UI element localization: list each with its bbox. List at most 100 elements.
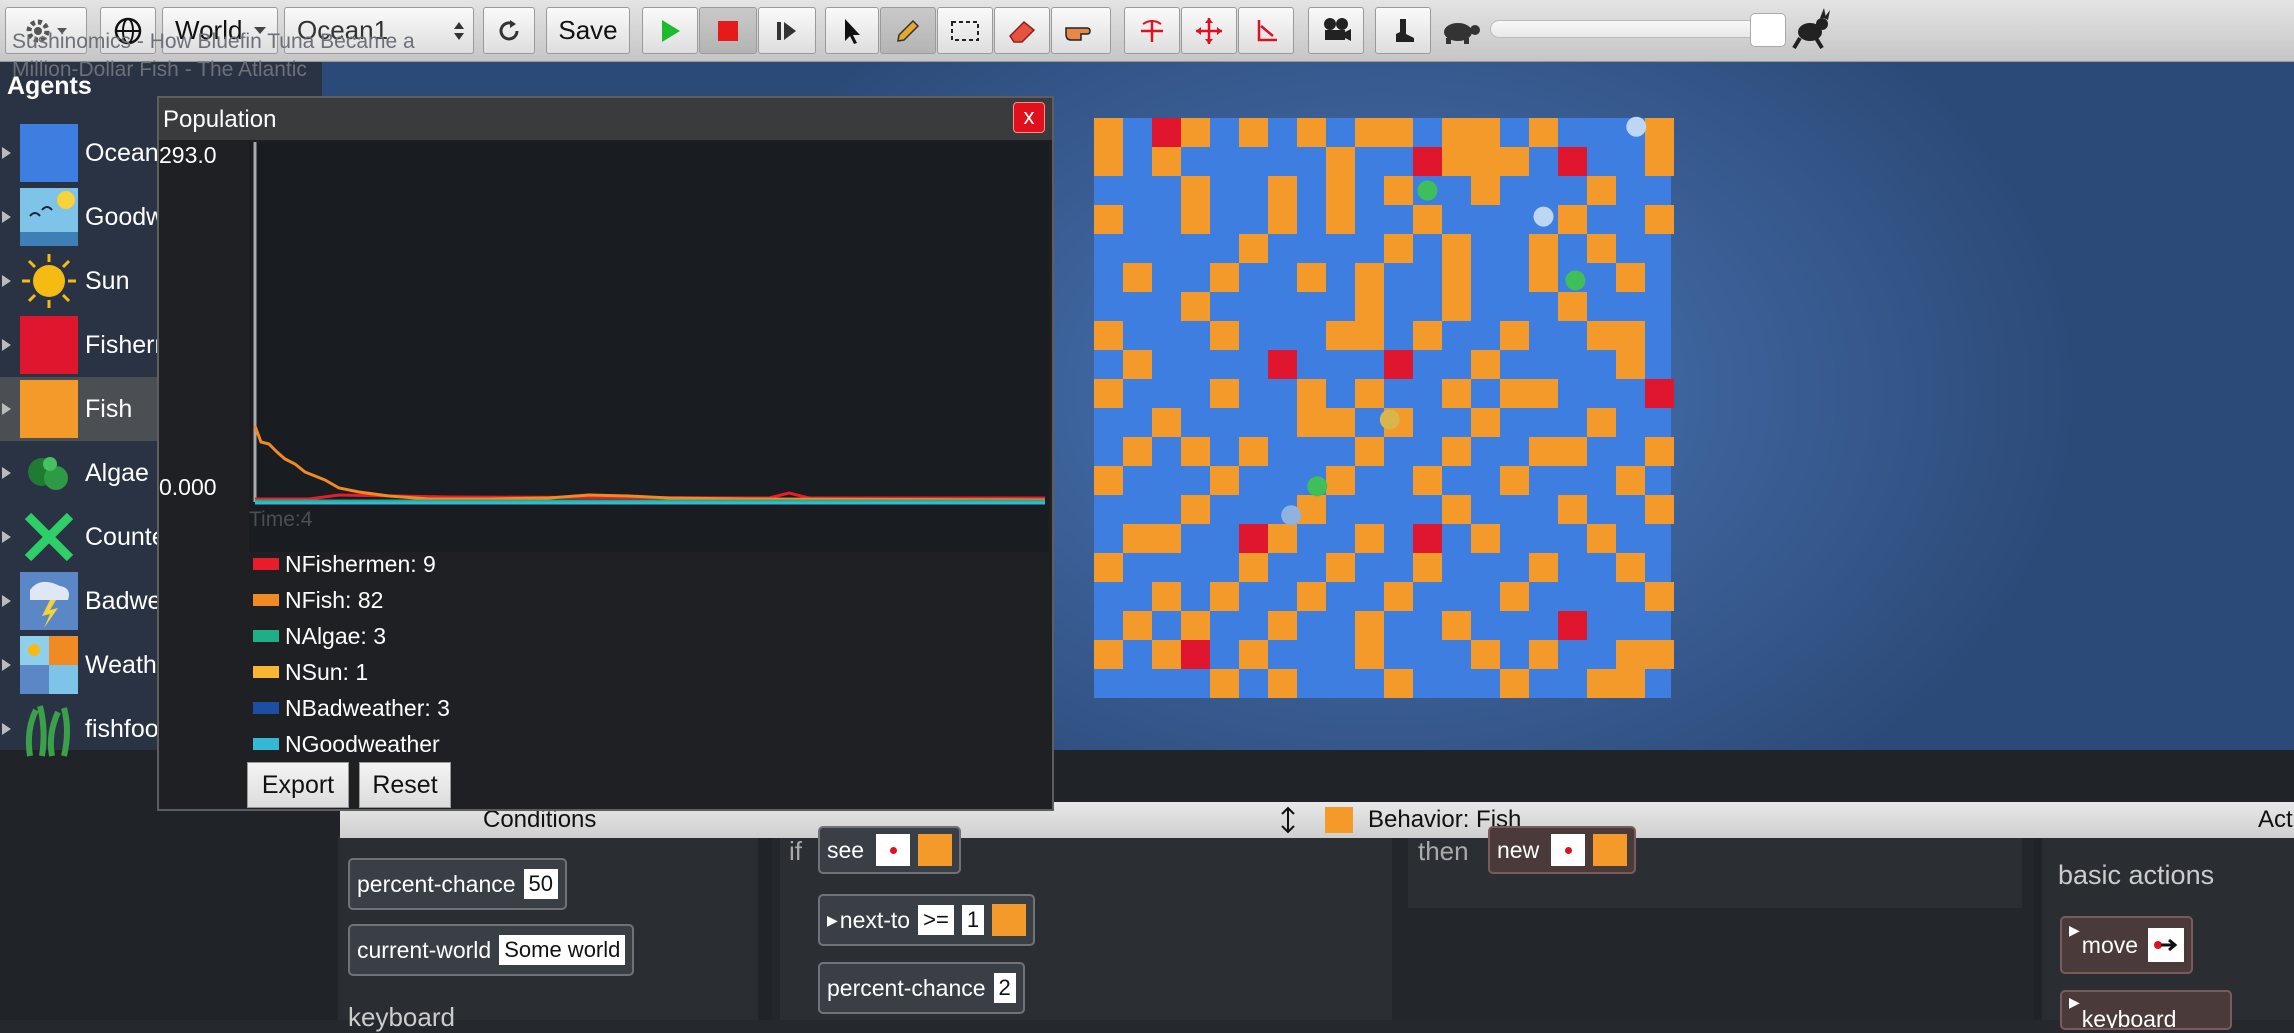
rotate-tool[interactable]: [1124, 7, 1180, 54]
fish-agent: [1210, 321, 1239, 350]
marquee-icon: [951, 20, 979, 41]
point-selector[interactable]: [876, 834, 911, 866]
keyboard-block-label[interactable]: keyboard: [348, 1002, 455, 1033]
expand-triangle-icon[interactable]: [2, 531, 11, 543]
expand-triangle-icon[interactable]: ▶: [2069, 922, 2080, 939]
fish-agent: [1442, 263, 1471, 292]
fish-swatch[interactable]: [918, 834, 953, 866]
agent-label: Fish: [85, 394, 133, 423]
expand-triangle-icon[interactable]: [2, 467, 11, 479]
pencil-tool[interactable]: [880, 7, 936, 54]
eraser-tool[interactable]: [994, 7, 1050, 54]
see-block[interactable]: see: [818, 826, 962, 874]
run-button[interactable]: [642, 7, 698, 54]
percent-value[interactable]: 50: [523, 869, 559, 899]
step-button[interactable]: [758, 7, 816, 54]
move-action-block[interactable]: ▶ move: [2060, 916, 2194, 974]
population-window[interactable]: Population x 293.0 0.000 Time:4 NFisherm…: [157, 96, 1054, 811]
world-value[interactable]: Some world: [499, 935, 626, 965]
stop-button[interactable]: [699, 7, 757, 54]
fishermen-agent: [1558, 611, 1587, 640]
fish-agent: [1529, 234, 1558, 263]
algae-icon: [28, 457, 68, 490]
new-action-block[interactable]: new: [1488, 826, 1637, 874]
fish-agent: [1500, 669, 1529, 698]
fish-agent: [1239, 640, 1268, 669]
agent-label: Sun: [85, 266, 130, 295]
fishermen-thumbnail: [20, 316, 78, 374]
fish-agent: [1094, 553, 1123, 582]
hand-tool[interactable]: [1051, 7, 1111, 54]
expand-triangle-icon[interactable]: ▶: [827, 912, 838, 929]
stamp-tool[interactable]: [1375, 7, 1431, 54]
direction-selector[interactable]: [2148, 928, 2185, 962]
percent-chance-condition-block[interactable]: percent-chance 2: [818, 962, 1025, 1014]
expand-triangle-icon[interactable]: [2, 275, 11, 287]
reset-button[interactable]: Reset: [359, 762, 451, 808]
population-title: Population: [163, 106, 277, 133]
legend-label: NGoodweather: [285, 730, 440, 757]
weather-agent: [1533, 206, 1554, 227]
percent-value[interactable]: 2: [993, 973, 1016, 1003]
legend-item: NFish: 82: [253, 582, 450, 618]
fish-agent: [1587, 176, 1616, 205]
move-tool[interactable]: [1181, 7, 1237, 54]
select-tool[interactable]: [825, 7, 879, 54]
count-value[interactable]: 1: [961, 905, 985, 935]
legend-swatch: [253, 738, 279, 750]
expand-triangle-icon[interactable]: [2, 147, 11, 159]
speed-slider-track[interactable]: [1490, 20, 1760, 38]
fish-agent: [1210, 379, 1239, 408]
fish-agent: [1616, 350, 1645, 379]
next-to-block[interactable]: ▶ next-to >= 1: [818, 894, 1036, 946]
fish-agent: [1413, 205, 1442, 234]
reload-button[interactable]: [483, 7, 535, 54]
current-world-block[interactable]: current-world Some world: [348, 924, 635, 976]
fish-agent: [1123, 524, 1152, 553]
point-selector[interactable]: [1551, 834, 1586, 866]
arrow-right-icon: [2154, 938, 2178, 952]
expand-triangle-icon[interactable]: [2, 339, 11, 351]
fish-swatch[interactable]: [1593, 834, 1628, 866]
legend-swatch: [253, 702, 279, 714]
if-label: if: [789, 836, 802, 866]
percent-chance-block[interactable]: percent-chance 50: [348, 858, 568, 910]
fish-color-swatch: [1325, 807, 1353, 833]
fish-agent: [1500, 379, 1529, 408]
resize-tool[interactable]: [1238, 7, 1294, 54]
fish-agent: [1471, 640, 1500, 669]
fish-agent: [1645, 205, 1674, 234]
block-label: move: [2081, 931, 2139, 958]
expand-triangle-icon[interactable]: [2, 659, 11, 671]
resize-vertical-icon[interactable]: [1280, 806, 1296, 834]
pencil-icon: [897, 19, 920, 42]
rect-select-tool[interactable]: [937, 7, 993, 54]
fish-agent: [1558, 292, 1587, 321]
legend-label: NAlgae: 3: [285, 622, 387, 649]
pointer-icon: [845, 18, 860, 44]
fish-agent: [1471, 350, 1500, 379]
operator-value[interactable]: >=: [918, 905, 954, 935]
population-window-titlebar[interactable]: Population x: [159, 98, 1052, 140]
save-button[interactable]: Save: [546, 7, 630, 54]
second-action-block[interactable]: ▶ keyboard: [2060, 990, 2232, 1030]
expand-triangle-icon[interactable]: [2, 723, 11, 735]
legend-label: NFishermen: 9: [285, 550, 436, 577]
fish-agent: [1384, 582, 1413, 611]
fish-agent: [1239, 234, 1268, 263]
fish-agent: [1094, 147, 1123, 176]
expand-triangle-icon[interactable]: [2, 403, 11, 415]
legend-label: NFish: 82: [285, 586, 384, 613]
close-button[interactable]: x: [1013, 102, 1045, 133]
speed-slider-thumb[interactable]: [1750, 13, 1786, 47]
expand-triangle-icon[interactable]: ▶: [2069, 994, 2080, 1011]
expand-triangle-icon[interactable]: [2, 211, 11, 223]
camera-tool[interactable]: [1308, 7, 1364, 54]
fish-agent: [1326, 205, 1355, 234]
export-button[interactable]: Export: [247, 762, 349, 808]
expand-triangle-icon[interactable]: [2, 595, 11, 607]
slow-speed-icon: [1438, 14, 1482, 51]
fish-swatch[interactable]: [992, 904, 1027, 936]
fish-agent: [1094, 118, 1123, 147]
fish-agent: [1616, 263, 1645, 292]
